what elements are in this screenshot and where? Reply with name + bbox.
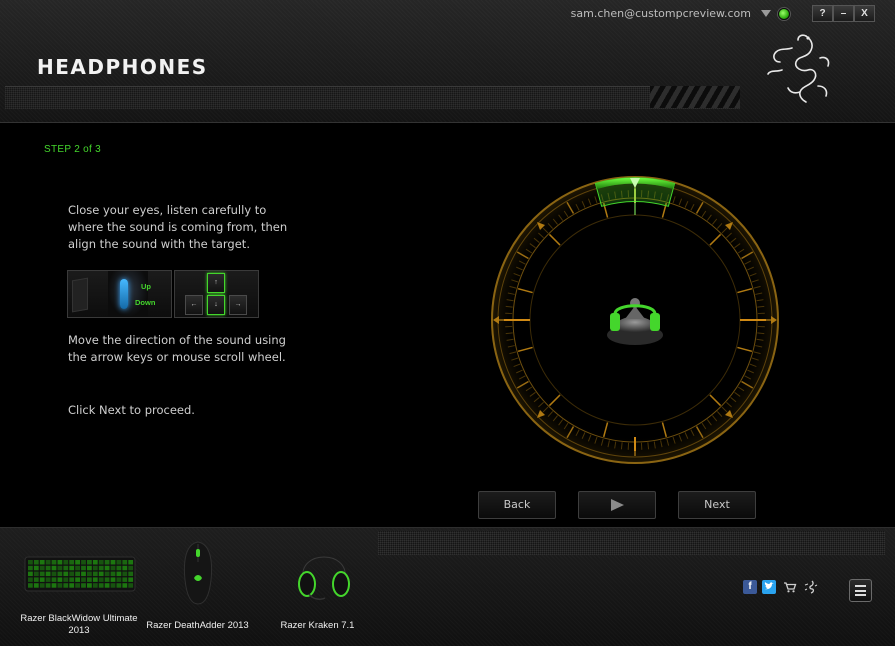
mouse-body-graphic [108, 271, 148, 317]
account-email[interactable]: sam.chen@custompcreview.com [571, 7, 751, 20]
facebook-icon[interactable]: f [743, 580, 757, 594]
cart-icon[interactable] [783, 580, 797, 594]
device-name-mouse[interactable]: Razer DeathAdder 2013 [140, 620, 255, 632]
play-icon [611, 499, 624, 511]
headset-icon[interactable] [295, 540, 353, 602]
mouse-icon[interactable] [180, 540, 216, 606]
mouse-side-graphic [72, 278, 88, 313]
title-divider [5, 86, 740, 109]
minimize-button[interactable]: – [833, 5, 854, 22]
title-divider-stripes [650, 86, 740, 108]
keyboard-icon[interactable] [24, 553, 136, 597]
arrow-keys-illustration: ↑ ← ↓ → [174, 270, 259, 318]
close-button[interactable]: X [854, 5, 875, 22]
instruction-move: Move the direction of the sound using th… [68, 332, 298, 366]
footer-divider [378, 531, 885, 555]
scroll-up-label: Up [141, 282, 151, 291]
device-name-keyboard[interactable]: Razer BlackWidow Ultimate 2013 [15, 613, 143, 637]
online-status-icon [778, 8, 790, 20]
scroll-wheel-icon [120, 279, 128, 309]
page-title: HEADPHONES [37, 55, 208, 79]
twitter-icon[interactable] [762, 580, 776, 594]
instruction-listen: Close your eyes, listen carefully to whe… [68, 202, 298, 253]
menu-icon[interactable] [849, 579, 872, 602]
arrow-up-key-icon: ↑ [207, 273, 225, 293]
instruction-next: Click Next to proceed. [68, 402, 298, 419]
arrow-down-key-icon: ↓ [207, 295, 225, 315]
next-button[interactable]: Next [678, 491, 756, 519]
device-name-headset[interactable]: Razer Kraken 7.1 [270, 620, 365, 632]
razer-icon[interactable] [804, 580, 818, 594]
sound-direction-dial[interactable] [490, 175, 780, 465]
account-dropdown-icon[interactable] [761, 10, 771, 17]
razer-snake-logo-icon [762, 30, 834, 108]
arrow-right-key-icon: → [229, 295, 247, 315]
help-button[interactable]: ? [812, 5, 833, 22]
mouse-scroll-illustration: Up Down [67, 270, 172, 318]
back-button[interactable]: Back [478, 491, 556, 519]
play-sound-button[interactable] [578, 491, 656, 519]
step-indicator: STEP 2 of 3 [44, 144, 101, 155]
scroll-down-label: Down [135, 298, 155, 307]
synapse-window: sam.chen@custompcreview.com ? – X HEADPH… [0, 0, 895, 645]
arrow-left-key-icon: ← [185, 295, 203, 315]
